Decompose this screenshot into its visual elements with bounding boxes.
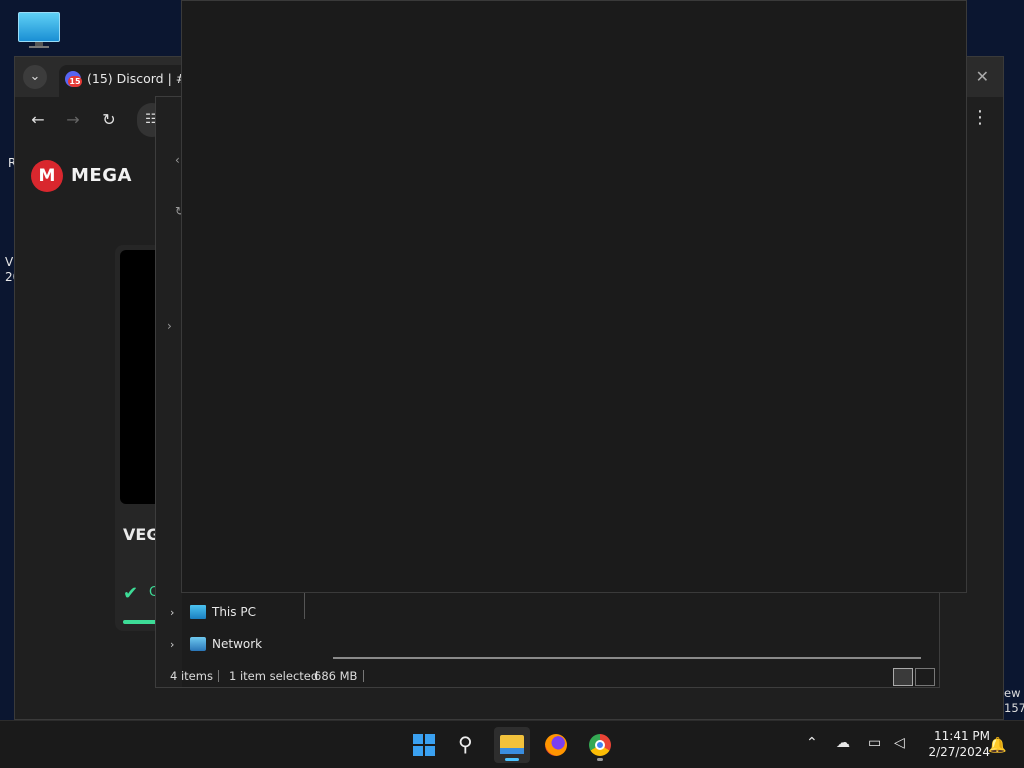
clock[interactable]: 11:41 PM 2/27/2024: [918, 728, 990, 760]
check-icon: ✔: [123, 583, 139, 604]
status-bar: 4 items 1 item selected 686 MB: [156, 665, 939, 687]
taskbar: ⚲ ⌃ ☁ ▭ ◁ 11:41 PM 2/27/2024 🔔: [0, 720, 1024, 768]
nav-item-label: Network: [212, 637, 263, 651]
selection-size: 686 MB: [314, 669, 358, 683]
selection-count: 1 item selected: [229, 669, 319, 683]
taskbar-firefox[interactable]: [538, 727, 574, 763]
tab-search-button[interactable]: ⌄: [23, 65, 47, 89]
mega-logo[interactable]: M: [31, 160, 63, 192]
chevron-right-icon[interactable]: ›: [170, 606, 174, 619]
onedrive-icon[interactable]: ☁: [836, 735, 850, 751]
reload-icon[interactable]: ↻: [96, 107, 122, 133]
taskbar-chrome[interactable]: [582, 727, 618, 763]
windows-icon: [413, 734, 435, 756]
tiles-view-icon[interactable]: [915, 668, 935, 686]
notification-badge: 15: [68, 76, 82, 87]
status-divider: [218, 670, 219, 682]
this-pc-desktop-icon[interactable]: [18, 12, 60, 48]
horizontal-scrollbar[interactable]: [333, 657, 921, 659]
browser-menu-icon[interactable]: ⋮: [971, 109, 989, 127]
nav-item-label: This PC: [212, 605, 256, 619]
taskbar-search-button[interactable]: ⚲: [450, 727, 486, 763]
discord-icon: 15: [65, 71, 82, 87]
clock-time: 11:41 PM: [934, 729, 990, 743]
folder-icon: [500, 735, 524, 754]
mega-brand: MEGA: [71, 165, 132, 186]
forward-icon[interactable]: →: [60, 107, 86, 133]
running-indicator: [597, 758, 603, 761]
back-icon[interactable]: ‹: [175, 153, 180, 167]
clock-date: 2/27/2024: [928, 745, 990, 759]
chevron-down-icon: ⌄: [29, 69, 41, 84]
active-indicator: [505, 758, 519, 761]
taskbar-file-explorer[interactable]: [494, 727, 530, 763]
nav-item-this-pc[interactable]: › This PC: [164, 601, 304, 625]
explorer-left-strip: [156, 97, 182, 687]
download-progress-fill: [123, 620, 157, 624]
close-window-icon[interactable]: ✕: [976, 67, 989, 86]
item-count: 4 items: [170, 669, 213, 683]
desktop-label-fragment: ew: [1004, 686, 1021, 700]
chevron-right-icon[interactable]: ›: [170, 638, 174, 651]
network-icon[interactable]: ▭: [868, 735, 881, 751]
status-divider: [363, 670, 364, 682]
desktop-label-fragment: 157: [1004, 701, 1024, 715]
chevron-up-icon[interactable]: ⌃: [806, 735, 818, 751]
chevron-right-icon[interactable]: ›: [167, 319, 172, 333]
details-view-icon[interactable]: [893, 668, 913, 686]
nav-item-network[interactable]: › Network: [164, 633, 304, 657]
back-icon[interactable]: ←: [25, 107, 51, 133]
computer-icon: [190, 605, 206, 619]
blank-dialog-window: [181, 0, 967, 593]
volume-muted-icon[interactable]: ◁: [894, 735, 905, 751]
pane-divider[interactable]: [304, 593, 305, 619]
firefox-icon: [545, 734, 567, 756]
chrome-icon: [589, 734, 611, 756]
network-icon: [190, 637, 206, 651]
notification-bell-icon[interactable]: 🔔: [988, 736, 1007, 754]
start-button[interactable]: [406, 727, 442, 763]
search-icon: ⚲: [458, 732, 473, 756]
